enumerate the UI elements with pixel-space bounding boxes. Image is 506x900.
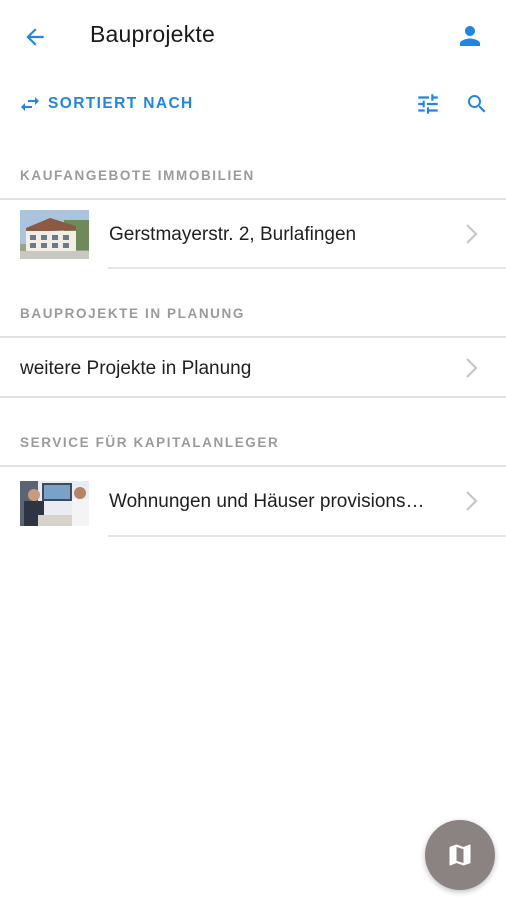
top-app-bar: Bauprojekte (0, 0, 506, 72)
search-button[interactable] (462, 90, 492, 118)
divider (108, 535, 506, 537)
sort-button[interactable]: SORTIERT NACH (18, 90, 194, 118)
sort-filter-bar: SORTIERT NACH (0, 84, 506, 124)
divider (108, 267, 506, 269)
search-icon (468, 95, 486, 113)
chevron-right-icon (466, 224, 478, 244)
person-icon (460, 26, 480, 46)
chevron-right-icon (466, 491, 478, 511)
sort-label: SORTIERT NACH (48, 95, 194, 112)
chevron-right-icon (466, 358, 478, 378)
office-meeting-photo-thumbnail (20, 481, 89, 526)
list-item-label: weitere Projekte in Planung (20, 358, 252, 379)
list-item-gerstmayerstr[interactable]: Gerstmayerstr. 2, Burlafingen (0, 200, 506, 268)
building-photo-thumbnail (20, 210, 89, 259)
section-header-kaufangebote: KAUFANGEBOTE IMMOBILIEN (20, 168, 255, 183)
filter-button[interactable] (413, 90, 443, 118)
swap-arrows-icon (21, 97, 39, 111)
list-item-weitere-projekte[interactable]: weitere Projekte in Planung (0, 338, 506, 396)
map-view-button[interactable] (425, 820, 495, 890)
section-header-bauprojekte-planung: BAUPROJEKTE IN PLANUNG (20, 306, 245, 321)
divider (0, 396, 506, 398)
list-item-wohnungen-haeuser[interactable]: Wohnungen und Häuser provisions… (0, 467, 506, 535)
arrow-left-icon (26, 28, 44, 46)
user-profile-button[interactable] (452, 18, 488, 54)
back-button[interactable] (18, 20, 52, 54)
list-item-label: Wohnungen und Häuser provisions… (109, 491, 425, 512)
map-icon (449, 844, 471, 866)
list-item-label: Gerstmayerstr. 2, Burlafingen (109, 224, 357, 245)
sliders-icon (418, 94, 438, 114)
section-header-service-kapitalanleger: SERVICE FÜR KAPITALANLEGER (20, 435, 280, 450)
page-title: Bauprojekte (90, 21, 215, 47)
